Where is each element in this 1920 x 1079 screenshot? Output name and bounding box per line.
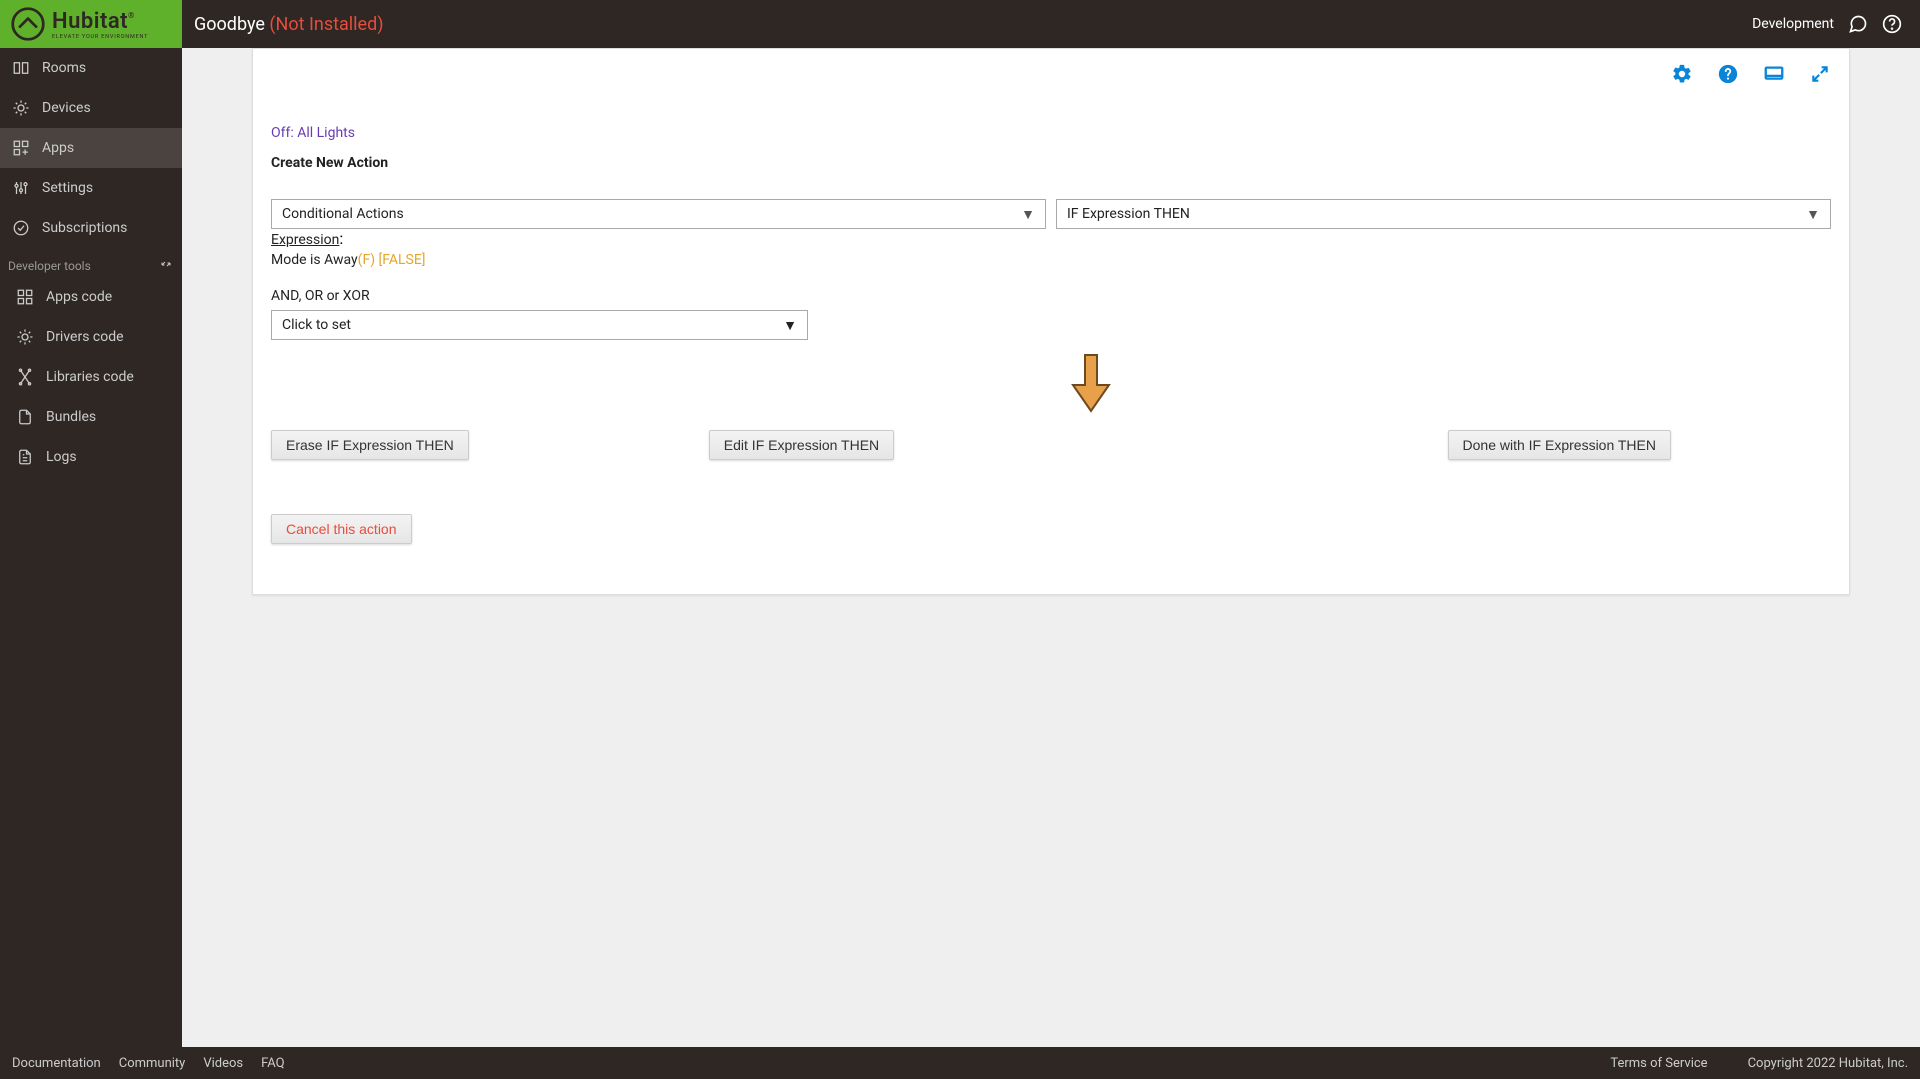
expression-label: Expression — [271, 232, 339, 248]
footer-community[interactable]: Community — [119, 1056, 186, 1071]
env-label: Development — [1752, 16, 1834, 32]
caret-down-icon: ▼ — [783, 317, 797, 334]
button-row: Erase IF Expression THEN Edit IF Express… — [271, 430, 1831, 460]
sidebar-label: Logs — [46, 449, 77, 465]
drivers-code-icon — [16, 328, 34, 346]
sidebar-label: Apps code — [46, 289, 112, 305]
section-title: Create New Action — [271, 155, 1831, 171]
expression-block: Expression: Mode is Away(F) [FALSE] — [271, 229, 1831, 268]
bundles-icon — [16, 408, 34, 426]
sidebar-label: Apps — [42, 140, 74, 156]
logs-icon — [16, 448, 34, 466]
footer-docs[interactable]: Documentation — [12, 1056, 101, 1071]
sidebar: Rooms Devices Apps Settings Subscription… — [0, 48, 182, 1047]
collapse-icon[interactable] — [160, 258, 172, 273]
select-value: Conditional Actions — [282, 206, 404, 222]
sidebar-label: Bundles — [46, 409, 96, 425]
install-status: (Not Installed) — [269, 14, 383, 35]
footer-tos[interactable]: Terms of Service — [1610, 1056, 1707, 1071]
libraries-code-icon — [16, 368, 34, 386]
header-bar: Hubitat ® ELEVATE YOUR ENVIRONMENT Goodb… — [0, 0, 1920, 48]
and-or-xor-label: AND, OR or XOR — [271, 288, 1831, 304]
sidebar-item-libraries-code[interactable]: Libraries code — [0, 357, 182, 397]
gear-icon[interactable] — [1671, 63, 1693, 85]
section-label: Developer tools — [8, 259, 91, 273]
caret-down-icon: ▼ — [1021, 206, 1035, 223]
sidebar-label: Devices — [42, 100, 91, 116]
sidebar-item-settings[interactable]: Settings — [0, 168, 182, 208]
chat-icon[interactable] — [1848, 14, 1868, 34]
sidebar-item-rooms[interactable]: Rooms — [0, 48, 182, 88]
footer-bar: Documentation Community Videos FAQ Terms… — [0, 1047, 1920, 1079]
sidebar-item-apps-code[interactable]: Apps code — [0, 277, 182, 317]
sidebar-item-drivers-code[interactable]: Drivers code — [0, 317, 182, 357]
select-value: IF Expression THEN — [1067, 206, 1190, 222]
apps-icon — [12, 139, 30, 157]
sidebar-label: Subscriptions — [42, 220, 127, 236]
and-or-xor-select[interactable]: Click to set ▼ — [271, 310, 808, 340]
devices-icon — [12, 99, 30, 117]
erase-button[interactable]: Erase IF Expression THEN — [271, 430, 469, 460]
sidebar-item-bundles[interactable]: Bundles — [0, 397, 182, 437]
apps-code-icon — [16, 288, 34, 306]
sidebar-section-developer: Developer tools — [0, 248, 182, 277]
logo[interactable]: Hubitat ® ELEVATE YOUR ENVIRONMENT — [0, 0, 182, 48]
logo-icon — [10, 6, 46, 42]
parent-link[interactable]: Off: All Lights — [271, 125, 1831, 141]
brand-name: Hubitat — [52, 9, 128, 34]
expand-icon[interactable] — [1809, 63, 1831, 85]
sidebar-item-subscriptions[interactable]: Subscriptions — [0, 208, 182, 248]
footer-videos[interactable]: Videos — [203, 1056, 243, 1071]
question-icon[interactable] — [1717, 63, 1739, 85]
app-name: Goodbye — [194, 14, 265, 35]
caret-down-icon: ▼ — [1806, 206, 1820, 223]
sidebar-label: Rooms — [42, 60, 86, 76]
sidebar-item-apps[interactable]: Apps — [0, 128, 182, 168]
action-subtype-select[interactable]: IF Expression THEN ▼ — [1056, 199, 1831, 229]
sidebar-label: Drivers code — [46, 329, 124, 345]
colon: : — [339, 229, 343, 248]
action-type-select[interactable]: Conditional Actions ▼ — [271, 199, 1046, 229]
sidebar-label: Libraries code — [46, 369, 134, 385]
expr-body: Mode is Away — [271, 252, 358, 268]
page-title: Goodbye (Not Installed) — [194, 14, 384, 35]
rooms-icon — [12, 59, 30, 77]
cancel-button[interactable]: Cancel this action — [271, 514, 412, 544]
footer-copyright: Copyright 2022 Hubitat, Inc. — [1748, 1056, 1908, 1071]
settings-icon — [12, 179, 30, 197]
brand-reg: ® — [128, 11, 134, 20]
expr-flag: (F) [FALSE] — [358, 252, 426, 268]
pointer-arrow-icon — [1069, 353, 1113, 413]
sidebar-item-devices[interactable]: Devices — [0, 88, 182, 128]
footer-faq[interactable]: FAQ — [261, 1056, 284, 1071]
expression-text: Mode is Away(F) [FALSE] — [271, 252, 1831, 268]
sidebar-item-logs[interactable]: Logs — [0, 437, 182, 477]
edit-button[interactable]: Edit IF Expression THEN — [709, 430, 894, 460]
brand-tag: ELEVATE YOUR ENVIRONMENT — [52, 34, 148, 40]
screen-icon[interactable] — [1763, 63, 1785, 85]
select-value: Click to set — [282, 317, 351, 333]
done-button[interactable]: Done with IF Expression THEN — [1448, 430, 1671, 460]
help-icon[interactable] — [1882, 14, 1902, 34]
main-content: Off: All Lights Create New Action Condit… — [182, 48, 1920, 1047]
content-card: Off: All Lights Create New Action Condit… — [252, 48, 1850, 595]
subscriptions-icon — [12, 219, 30, 237]
card-toolbar — [1671, 63, 1831, 85]
sidebar-label: Settings — [42, 180, 93, 196]
